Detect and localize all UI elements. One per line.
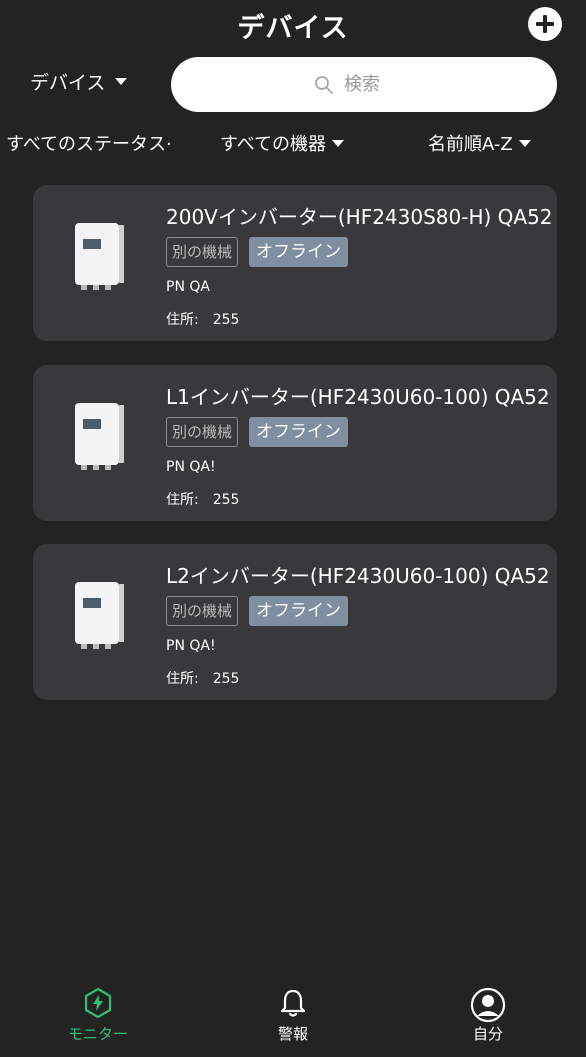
caret-down-icon: [332, 139, 345, 147]
status-badge: オフライン: [249, 237, 349, 267]
device-tags: 別の機械 オフライン: [166, 237, 349, 267]
device-card[interactable]: L2インバーター(HF2430U60-100) QA52 別の機械 オフライン …: [33, 544, 557, 700]
sort-filter[interactable]: 名前順A-Z: [428, 130, 531, 156]
sort-filter-label: 名前順A-Z: [428, 134, 513, 155]
device-name: L1インバーター(HF2430U60-100) QA52: [166, 385, 550, 409]
status-badge: オフライン: [249, 417, 349, 447]
search-icon: [315, 75, 333, 94]
inverter-icon: [75, 223, 124, 290]
search-bar[interactable]: [171, 57, 557, 112]
address-value: 255: [212, 492, 240, 508]
caret-down-icon: [518, 139, 531, 147]
status-filter-label: すべてのステータス·: [6, 134, 172, 155]
status-badge: オフライン: [249, 596, 349, 626]
device-pn: PN QA: [166, 279, 210, 295]
device-type-filter-label: すべての機器: [220, 134, 327, 155]
address-value: 255: [212, 312, 240, 328]
address-label: 住所:: [166, 671, 199, 687]
search-input[interactable]: [344, 74, 414, 95]
device-name: L2インバーター(HF2430U60-100) QA52: [166, 564, 550, 588]
bottom-nav: モニター 警報 自分: [0, 987, 586, 1057]
nav-alarm-label: 警報: [277, 1025, 308, 1043]
nav-monitor-label: モニター: [67, 1025, 128, 1043]
page-title: デバイス: [237, 13, 349, 44]
device-pn: PN QA!: [166, 459, 216, 475]
bell-icon: [280, 989, 306, 1017]
device-address: 住所: 255: [166, 309, 239, 329]
user-icon: [470, 987, 506, 1023]
device-type-dropdown[interactable]: デバイス: [30, 66, 128, 96]
inverter-icon: [75, 403, 124, 470]
address-label: 住所:: [166, 312, 199, 328]
device-card[interactable]: L1インバーター(HF2430U60-100) QA52 別の機械 オフライン …: [33, 365, 557, 521]
device-list-screen: デバイス デバイス すべてのステータス· すべての機器 名前順A-Z 2: [0, 0, 586, 1057]
device-tags: 別の機械 オフライン: [166, 596, 349, 626]
device-type-label: デバイス: [30, 71, 106, 94]
device-address: 住所: 255: [166, 489, 239, 509]
device-type-tag: 別の機械: [166, 596, 239, 626]
nav-me-label: 自分: [472, 1025, 503, 1043]
nav-alarm[interactable]: 警報: [233, 987, 353, 1044]
address-label: 住所:: [166, 492, 199, 508]
device-type-tag: 別の機械: [166, 417, 239, 447]
caret-down-icon: [115, 77, 128, 85]
device-pn: PN QA!: [166, 638, 216, 654]
nav-monitor[interactable]: モニター: [38, 987, 158, 1044]
nav-me[interactable]: 自分: [428, 987, 548, 1044]
add-device-button[interactable]: [528, 7, 562, 41]
device-type-filter[interactable]: すべての機器: [220, 130, 345, 156]
status-filter[interactable]: すべてのステータス·: [6, 130, 172, 156]
inverter-icon: [75, 582, 124, 649]
device-address: 住所: 255: [166, 668, 239, 688]
monitor-icon: [84, 987, 112, 1019]
device-name: 200Vインバーター(HF2430S80-H) QA52: [166, 205, 553, 229]
device-tags: 別の機械 オフライン: [166, 417, 349, 447]
header: デバイス: [0, 0, 586, 48]
address-value: 255: [212, 671, 240, 687]
device-type-tag: 別の機械: [166, 237, 239, 267]
device-card[interactable]: 200Vインバーター(HF2430S80-H) QA52 別の機械 オフライン …: [33, 185, 557, 341]
